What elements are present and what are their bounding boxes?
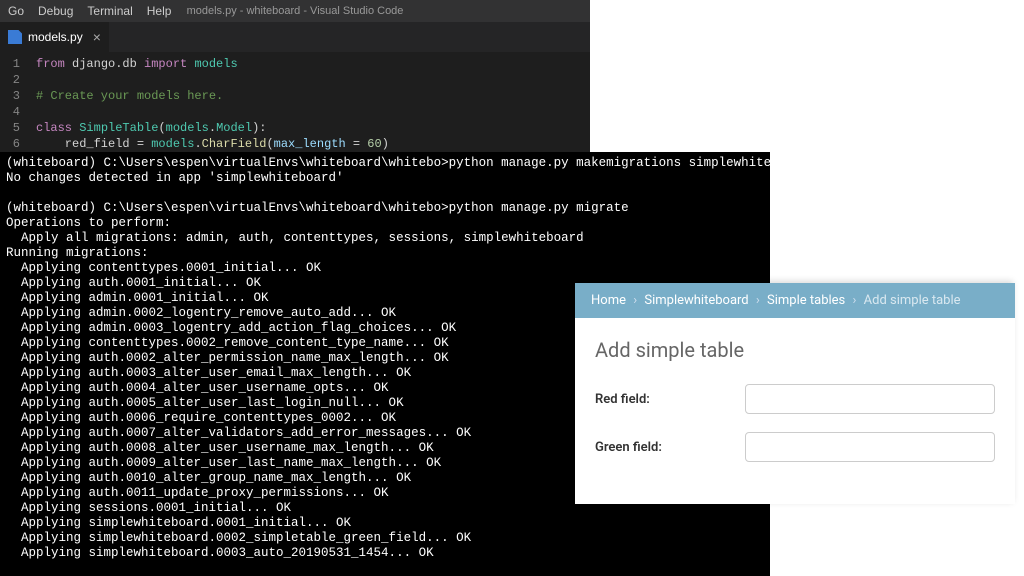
line-number: 2 bbox=[0, 72, 36, 88]
code-content: from django.db import models bbox=[36, 56, 238, 72]
line-number: 1 bbox=[0, 56, 36, 72]
code-line[interactable]: 3# Create your models here. bbox=[0, 88, 590, 104]
breadcrumb-current: Add simple table bbox=[864, 293, 961, 308]
code-line[interactable]: 6 red_field = models.CharField(max_lengt… bbox=[0, 136, 590, 152]
code-content: class SimpleTable(models.Model): bbox=[36, 120, 266, 136]
breadcrumb-model[interactable]: Simple tables bbox=[767, 293, 845, 308]
code-line[interactable]: 1from django.db import models bbox=[0, 56, 590, 72]
tab-models-py[interactable]: models.py × bbox=[0, 22, 109, 52]
breadcrumb-sep: › bbox=[633, 293, 637, 308]
vscode-editor: Go Debug Terminal Help models.py - white… bbox=[0, 0, 590, 152]
code-editor[interactable]: 1from django.db import models23# Create … bbox=[0, 52, 590, 168]
line-number: 6 bbox=[0, 136, 36, 152]
page-title: Add simple table bbox=[595, 338, 995, 362]
label-green-field: Green field: bbox=[595, 440, 745, 455]
red-field-input[interactable] bbox=[745, 384, 995, 414]
label-red-field: Red field: bbox=[595, 392, 745, 407]
admin-form: Add simple table Red field: Green field: bbox=[575, 318, 1015, 504]
code-content: red_field = models.CharField(max_length … bbox=[36, 136, 389, 152]
code-line[interactable]: 4 bbox=[0, 104, 590, 120]
breadcrumb-sep: › bbox=[756, 293, 760, 308]
menubar: Go Debug Terminal Help models.py - white… bbox=[0, 0, 590, 22]
menu-terminal[interactable]: Terminal bbox=[87, 4, 132, 18]
line-number: 4 bbox=[0, 104, 36, 120]
menu-go[interactable]: Go bbox=[8, 4, 24, 18]
breadcrumb-sep: › bbox=[853, 293, 857, 308]
form-row-red: Red field: bbox=[595, 384, 995, 414]
line-number: 5 bbox=[0, 120, 36, 136]
close-icon[interactable]: × bbox=[93, 29, 101, 45]
tab-bar: models.py × bbox=[0, 22, 590, 52]
form-row-green: Green field: bbox=[595, 432, 995, 462]
python-file-icon bbox=[8, 30, 22, 44]
line-number: 3 bbox=[0, 88, 36, 104]
tab-label: models.py bbox=[28, 30, 83, 44]
menu-debug[interactable]: Debug bbox=[38, 4, 73, 18]
code-content: # Create your models here. bbox=[36, 88, 223, 104]
django-admin-panel: Home › Simplewhiteboard › Simple tables … bbox=[575, 283, 1015, 504]
breadcrumb-home[interactable]: Home bbox=[591, 293, 626, 308]
green-field-input[interactable] bbox=[745, 432, 995, 462]
breadcrumb-app[interactable]: Simplewhiteboard bbox=[644, 293, 748, 308]
breadcrumb: Home › Simplewhiteboard › Simple tables … bbox=[575, 283, 1015, 318]
code-line[interactable]: 5class SimpleTable(models.Model): bbox=[0, 120, 590, 136]
code-line[interactable]: 2 bbox=[0, 72, 590, 88]
menu-help[interactable]: Help bbox=[147, 4, 172, 18]
